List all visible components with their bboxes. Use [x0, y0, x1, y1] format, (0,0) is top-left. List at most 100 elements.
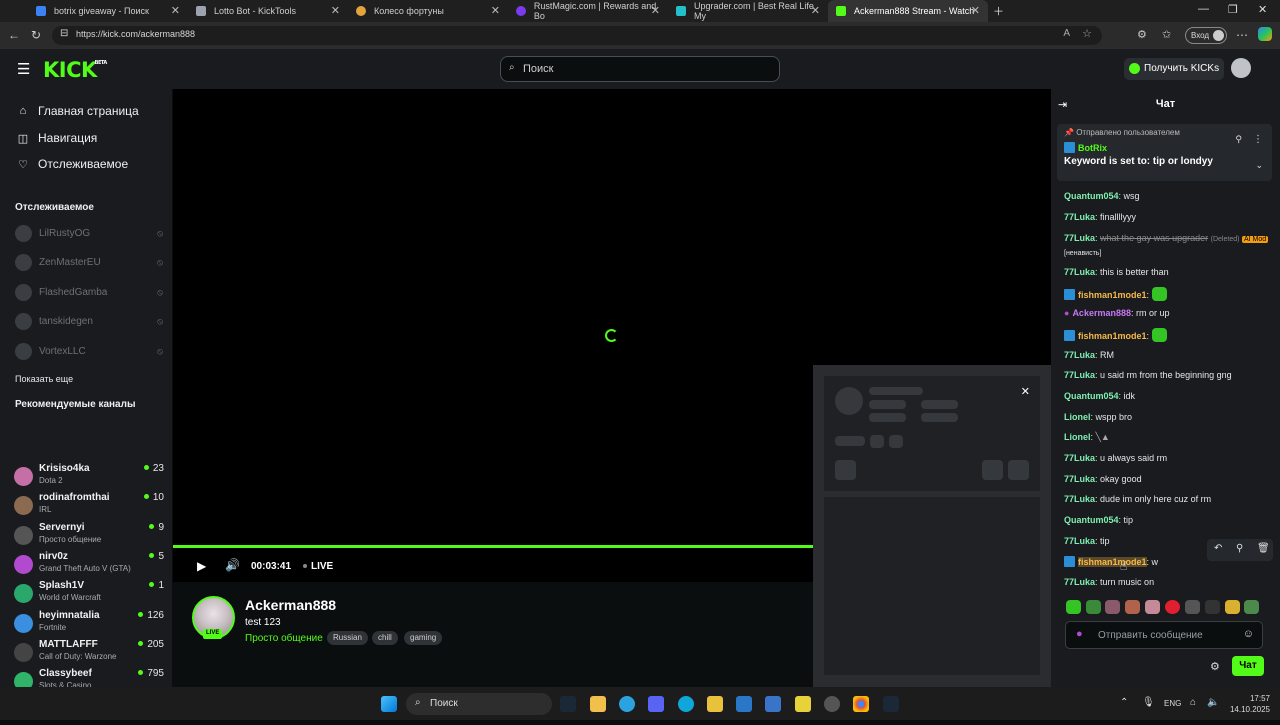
chrome-icon[interactable]: [853, 696, 869, 712]
chat-message[interactable]: 77Luka: okay good: [1064, 473, 1269, 485]
chat-username[interactable]: 77Luka: [1064, 474, 1095, 484]
close-popup-icon[interactable]: ✕: [1021, 385, 1030, 398]
close-tab-icon[interactable]: ✕: [651, 4, 660, 17]
read-aloud-icon[interactable]: A: [1063, 28, 1070, 39]
obs-icon[interactable]: [824, 696, 840, 712]
new-tab-icon[interactable]: ＋: [993, 3, 1004, 19]
following-channel[interactable]: ZenMasterEU ⦸: [15, 252, 165, 272]
app-icon[interactable]: [707, 696, 723, 712]
chat-message[interactable]: 77Luka: dude im only here cuz of rm: [1064, 493, 1269, 505]
chat-username[interactable]: Lionel: [1064, 432, 1091, 442]
windows-start-icon[interactable]: [381, 696, 397, 712]
chat-username[interactable]: 77Luka: [1064, 453, 1095, 463]
close-window-icon[interactable]: ✕: [1258, 3, 1267, 16]
steam-icon[interactable]: [883, 696, 899, 712]
file-explorer-icon[interactable]: [590, 696, 606, 712]
taskbar-search[interactable]: ⌕ Поиск: [406, 693, 552, 715]
chat-username[interactable]: fishman1mode1: [1078, 331, 1147, 341]
hamburger-menu-icon[interactable]: ☰: [17, 60, 30, 78]
chat-message[interactable]: Lionel: ╲▲: [1064, 431, 1269, 443]
browser-tab[interactable]: Колесо фортуны ✕: [348, 0, 508, 22]
recommended-channel[interactable]: rodinafromthai IRL 10: [14, 492, 164, 520]
minimize-icon[interactable]: —: [1198, 3, 1209, 15]
chat-message[interactable]: 77Luka: this is better than: [1064, 266, 1269, 278]
discord-icon[interactable]: [648, 696, 664, 712]
following-channel[interactable]: tanskidegen ⦸: [15, 311, 165, 331]
following-channel[interactable]: FlashedGamba ⦸: [15, 282, 165, 302]
nav-home[interactable]: ⌂ Главная страница: [16, 104, 139, 118]
reply-icon[interactable]: ↶: [1214, 543, 1222, 554]
restore-icon[interactable]: ❐: [1228, 3, 1238, 16]
emote-icon[interactable]: [1165, 600, 1180, 614]
network-icon[interactable]: ⌂: [1190, 697, 1196, 708]
site-info-icon[interactable]: ⊟: [60, 28, 68, 39]
browser-tab[interactable]: Lotto Bot - KickTools ✕: [188, 0, 348, 22]
browser-tab[interactable]: botrix giveaway - Поиск ✕: [28, 0, 188, 22]
app-icon[interactable]: [736, 696, 752, 712]
get-kicks-button[interactable]: Получить KICKs: [1124, 58, 1224, 80]
browser-tab-active[interactable]: Ackerman888 Stream - Watch Live✕: [828, 0, 988, 22]
favorites-icon[interactable]: ✩: [1162, 28, 1171, 41]
pin-message-icon[interactable]: ⚲: [1236, 543, 1243, 554]
emote-icon[interactable]: [1145, 600, 1160, 614]
recommended-channel[interactable]: nirv0z Grand Theft Auto V (GTA) 5: [14, 551, 164, 579]
chat-username[interactable]: 77Luka: [1064, 267, 1095, 277]
chat-message[interactable]: fishman1mode1:: [1064, 328, 1269, 342]
send-chat-button[interactable]: Чат: [1232, 656, 1264, 676]
kick-logo[interactable]: KICK BETA: [43, 58, 107, 82]
clock[interactable]: 17:57 14.10.2025: [1224, 693, 1270, 715]
favorite-star-icon[interactable]: ☆: [1082, 27, 1092, 40]
emote-icon[interactable]: [1086, 600, 1101, 614]
chat-username[interactable]: Ackerman888: [1072, 308, 1131, 318]
emote-icon[interactable]: [1125, 600, 1140, 614]
chat-message[interactable]: 77Luka: finallllyyy: [1064, 211, 1269, 223]
chat-username[interactable]: Quantum054: [1064, 515, 1119, 525]
chat-username[interactable]: 77Luka: [1064, 370, 1095, 380]
show-more-link[interactable]: Показать еще: [15, 374, 73, 384]
chat-username[interactable]: 77Luka: [1064, 494, 1095, 504]
chat-input[interactable]: ● Отправить сообщение ☺: [1065, 621, 1263, 649]
recommended-channel[interactable]: Krisiso4ka Dota 2 23: [14, 463, 164, 491]
nav-browse[interactable]: ◫ Навигация: [16, 131, 97, 145]
close-tab-icon[interactable]: ✕: [171, 4, 180, 17]
chat-message[interactable]: Quantum054: wsg: [1064, 190, 1269, 202]
following-channel[interactable]: VortexLLC ⦸: [15, 341, 165, 361]
notepad-icon[interactable]: [765, 696, 781, 712]
tag-chill[interactable]: chill: [372, 631, 398, 645]
tag-russian[interactable]: Russian: [327, 631, 368, 645]
close-tab-icon[interactable]: ✕: [971, 4, 980, 17]
browser-tab[interactable]: RustMagic.com | Rewards and Bo ✕: [508, 0, 668, 22]
edge-icon[interactable]: [678, 696, 694, 712]
reload-icon[interactable]: ↻: [31, 28, 41, 42]
chat-message[interactable]: 77Luka: turn music on: [1064, 576, 1269, 588]
mic-tray-icon[interactable]: 🎙: [1142, 697, 1155, 708]
recommended-channel[interactable]: heyimnatalia Fortnite 126: [14, 610, 164, 638]
emote-icon[interactable]: [1066, 600, 1081, 614]
language-indicator[interactable]: ENG: [1164, 699, 1181, 708]
search-input[interactable]: ⌕ Поиск: [500, 56, 780, 82]
volume-tray-icon[interactable]: 🔈: [1207, 697, 1219, 708]
steam-icon[interactable]: [560, 696, 576, 712]
url-field[interactable]: ⊟ https://kick.com/ackerman888 A ☆: [52, 26, 1102, 45]
chat-message[interactable]: fishman1mode1:: [1064, 287, 1269, 301]
chat-username[interactable]: 77Luka: [1064, 577, 1095, 587]
browser-tab[interactable]: Upgrader.com | Best Real Life My ✕: [668, 0, 828, 22]
emoji-icon[interactable]: ☺: [1243, 628, 1254, 640]
emote-icon[interactable]: [1185, 600, 1200, 614]
chat-settings-icon[interactable]: ⚙: [1210, 660, 1220, 673]
play-icon[interactable]: ▶: [197, 559, 206, 573]
kebab-menu-icon[interactable]: ⋮: [1253, 134, 1263, 145]
chat-message[interactable]: 77Luka: RM: [1064, 349, 1269, 361]
chat-message[interactable]: Quantum054: idk: [1064, 390, 1269, 402]
close-tab-icon[interactable]: ✕: [811, 4, 820, 17]
recommended-channel[interactable]: MATTLAFFF Call of Duty: Warzone 205: [14, 639, 164, 667]
chat-username[interactable]: 77Luka: [1064, 350, 1095, 360]
chat-username[interactable]: 77Luka: [1064, 536, 1095, 546]
chat-message[interactable]: 77Luka: u always said rm: [1064, 452, 1269, 464]
chat-username[interactable]: Quantum054: [1064, 391, 1119, 401]
chat-username[interactable]: Quantum054: [1064, 191, 1119, 201]
emote-icon[interactable]: [1205, 600, 1220, 614]
telegram-icon[interactable]: [619, 696, 635, 712]
chat-message[interactable]: Quantum054: tip: [1064, 514, 1269, 526]
recommended-channel[interactable]: Servernyi Просто общение 9: [14, 522, 164, 550]
